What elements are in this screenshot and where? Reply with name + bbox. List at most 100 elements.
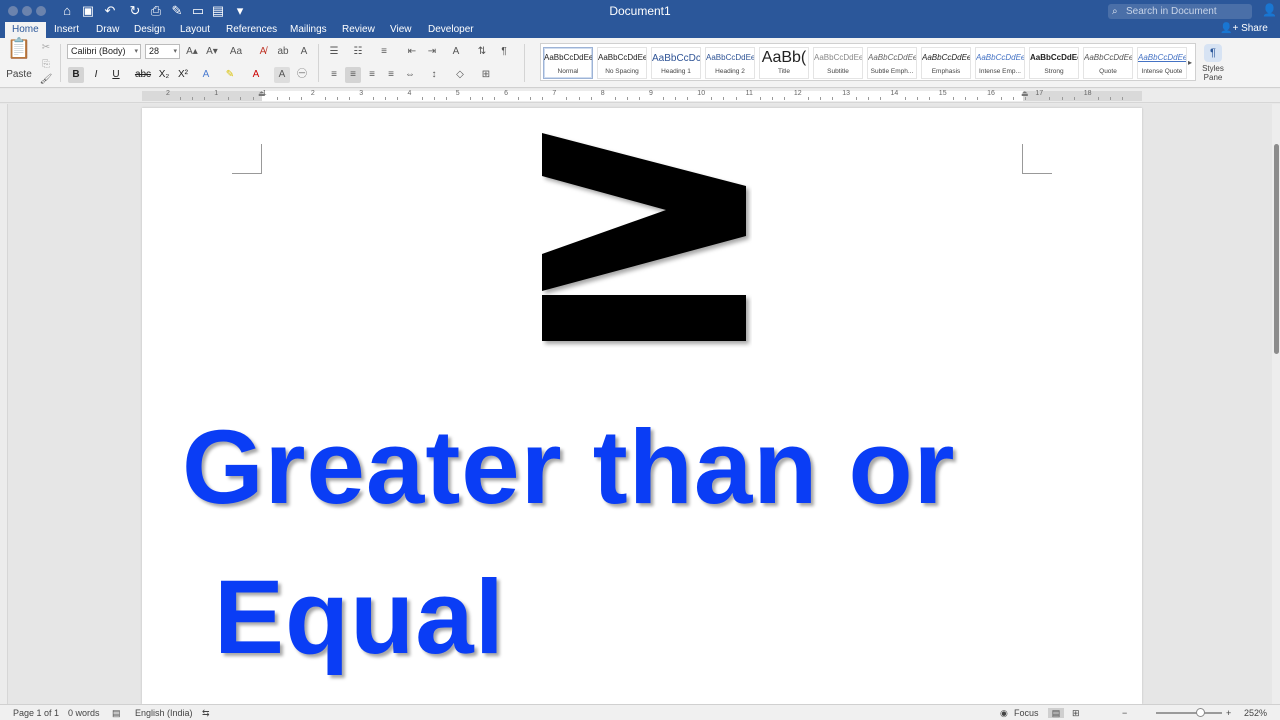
heading-line-1[interactable]: Greater than or bbox=[182, 408, 956, 528]
align-right-icon[interactable]: ≡ bbox=[364, 67, 380, 83]
share-label: Share bbox=[1241, 23, 1268, 34]
style-title[interactable]: AaBb(Title bbox=[759, 47, 809, 79]
tab-layout[interactable]: Layout bbox=[173, 22, 217, 38]
ruler-number: 16 bbox=[987, 90, 995, 97]
borders-icon[interactable]: ⊞ bbox=[478, 67, 494, 83]
zoom-in-icon[interactable]: + bbox=[1226, 708, 1231, 718]
grow-font-icon[interactable]: A▴ bbox=[184, 44, 200, 60]
style-subtle-emphasis[interactable]: AaBbCcDdEe Subtle Emph... bbox=[867, 47, 917, 79]
zoom-slider-knob[interactable] bbox=[1196, 708, 1205, 717]
cut-icon[interactable]: ✂ bbox=[38, 40, 54, 56]
font-size-select[interactable]: 28 ▾ bbox=[145, 44, 180, 59]
style-sample: AaBbCcDdEe bbox=[1138, 53, 1186, 62]
style-name: Intense Emp... bbox=[979, 68, 1021, 75]
clear-formatting-icon[interactable]: A̸ bbox=[255, 44, 271, 60]
proofing-icon[interactable]: ▤ bbox=[112, 708, 121, 718]
document-canvas[interactable]: Greater than or Equal bbox=[8, 104, 1272, 704]
phonetic-guide-icon[interactable]: ab bbox=[275, 44, 291, 60]
greater-than-or-equal-symbol[interactable] bbox=[542, 128, 752, 348]
tab-view[interactable]: View bbox=[383, 22, 419, 38]
web-layout-icon[interactable]: ⊞ bbox=[1072, 708, 1080, 718]
font-name-select[interactable]: Calibri (Body) ▾ bbox=[67, 44, 141, 59]
tab-home[interactable]: Home bbox=[5, 22, 46, 38]
asian-layout-icon[interactable]: A bbox=[448, 44, 464, 60]
style-sample: AaBbCcDdEe bbox=[814, 53, 862, 62]
enclose-characters-icon[interactable]: ㊀ bbox=[294, 67, 310, 83]
tab-insert[interactable]: Insert bbox=[47, 22, 86, 38]
change-case-icon[interactable]: Aa bbox=[228, 44, 244, 60]
style-normal[interactable]: AaBbCcDdEe Normal bbox=[543, 47, 593, 79]
style-quote[interactable]: AaBbCcDdEe Quote bbox=[1083, 47, 1133, 79]
bold-button[interactable]: B bbox=[68, 67, 84, 83]
track-changes-icon[interactable]: ⇆ bbox=[202, 708, 210, 718]
tab-mailings[interactable]: Mailings bbox=[283, 22, 334, 38]
tab-draw[interactable]: Draw bbox=[89, 22, 126, 38]
zoom-level[interactable]: 252% bbox=[1244, 708, 1267, 718]
tab-developer[interactable]: Developer bbox=[421, 22, 481, 38]
word-count[interactable]: 0 words bbox=[68, 708, 100, 718]
bullets-icon[interactable]: ☰ bbox=[326, 44, 342, 60]
right-indent-marker-icon[interactable]: ⏏ bbox=[1021, 89, 1029, 98]
ruler-tick bbox=[1121, 97, 1123, 100]
align-center-icon[interactable]: ≡ bbox=[345, 67, 361, 83]
style-heading-2[interactable]: AaBbCcDdEe Heading 2 bbox=[705, 47, 755, 79]
zoom-slider[interactable] bbox=[1156, 712, 1222, 714]
superscript-button[interactable]: X² bbox=[175, 67, 191, 83]
horizontal-ruler[interactable]: 2 1 1 2 3 4 5 6 7 8 9 10 11 12 13 14 15 16 17 18 ⏏ ⏏ bbox=[0, 89, 1280, 103]
style-intense-quote[interactable]: AaBbCcDdEe Intense Quote bbox=[1137, 47, 1187, 79]
gallery-next-icon[interactable]: ▸ bbox=[1188, 58, 1192, 67]
search-placeholder: Search in Document bbox=[1126, 6, 1217, 17]
decrease-indent-icon[interactable]: ⇤ bbox=[404, 44, 420, 60]
document-page[interactable]: Greater than or Equal bbox=[142, 108, 1142, 704]
font-color-icon[interactable]: A bbox=[248, 67, 264, 83]
sort-icon[interactable]: ⇅ bbox=[474, 44, 490, 60]
shrink-font-icon[interactable]: A▾ bbox=[204, 44, 220, 60]
style-emphasis[interactable]: AaBbCcDdEe Emphasis bbox=[921, 47, 971, 79]
italic-button[interactable]: I bbox=[88, 67, 104, 83]
tab-references[interactable]: References bbox=[219, 22, 284, 38]
style-heading-1[interactable]: AaBbCcDc Heading 1 bbox=[651, 47, 701, 79]
page-count[interactable]: Page 1 of 1 bbox=[13, 708, 59, 718]
underline-button[interactable]: U bbox=[108, 67, 124, 83]
styles-pane-button[interactable]: ¶ Styles Pane bbox=[1198, 44, 1228, 86]
subscript-button[interactable]: X₂ bbox=[156, 67, 172, 83]
numbering-icon[interactable]: ☷ bbox=[350, 44, 366, 60]
style-intense-emphasis[interactable]: AaBbCcDdEe Intense Emp... bbox=[975, 47, 1025, 79]
highlight-icon[interactable]: ✎ bbox=[222, 67, 238, 83]
format-painter-icon[interactable]: 🖌 bbox=[38, 72, 54, 88]
paste-button-label[interactable]: Paste bbox=[4, 68, 34, 82]
multilevel-list-icon[interactable]: ≡ bbox=[376, 44, 392, 60]
character-border-icon[interactable]: A bbox=[296, 44, 312, 60]
strikethrough-button[interactable]: abc bbox=[134, 67, 152, 83]
justify-icon[interactable]: ≡ bbox=[383, 67, 399, 83]
vertical-ruler[interactable] bbox=[0, 104, 8, 704]
style-sample: AaBbCcDdEe bbox=[1030, 53, 1078, 62]
text-effects-icon[interactable]: A bbox=[198, 67, 214, 83]
print-layout-icon[interactable]: ▤ bbox=[1048, 708, 1064, 718]
vertical-scrollbar[interactable] bbox=[1272, 104, 1280, 704]
style-subtitle[interactable]: AaBbCcDdEe Subtitle bbox=[813, 47, 863, 79]
indent-marker-icon[interactable]: ⏏ bbox=[258, 89, 266, 98]
align-left-icon[interactable]: ≡ bbox=[326, 67, 342, 83]
focus-button[interactable]: Focus bbox=[1014, 708, 1039, 718]
style-no-spacing[interactable]: AaBbCcDdEe No Spacing bbox=[597, 47, 647, 79]
shading-icon[interactable]: ◇ bbox=[452, 67, 468, 83]
language-indicator[interactable]: English (India) bbox=[135, 708, 193, 718]
tab-design[interactable]: Design bbox=[127, 22, 172, 38]
share-button[interactable]: 👤+ Share bbox=[1220, 22, 1268, 36]
distributed-icon[interactable]: ⇔ bbox=[402, 67, 418, 83]
line-spacing-icon[interactable]: ↕ bbox=[426, 67, 442, 83]
copy-icon[interactable]: ⎘ bbox=[38, 57, 54, 73]
focus-icon[interactable]: ◉ bbox=[1000, 708, 1008, 718]
clipboard-icon[interactable]: 📋 bbox=[6, 39, 32, 70]
scrollbar-thumb[interactable] bbox=[1274, 144, 1279, 354]
user-icon[interactable]: 👤 bbox=[1262, 3, 1277, 17]
style-strong[interactable]: AaBbCcDdEe Strong bbox=[1029, 47, 1079, 79]
search-input[interactable]: ⌕ Search in Document bbox=[1108, 4, 1252, 19]
heading-line-2[interactable]: Equal bbox=[214, 558, 505, 678]
character-shading-icon[interactable]: A bbox=[274, 67, 290, 83]
increase-indent-icon[interactable]: ⇥ bbox=[424, 44, 440, 60]
tab-review[interactable]: Review bbox=[335, 22, 382, 38]
show-formatting-icon[interactable]: ¶ bbox=[496, 44, 512, 60]
zoom-out-icon[interactable]: − bbox=[1122, 708, 1127, 718]
